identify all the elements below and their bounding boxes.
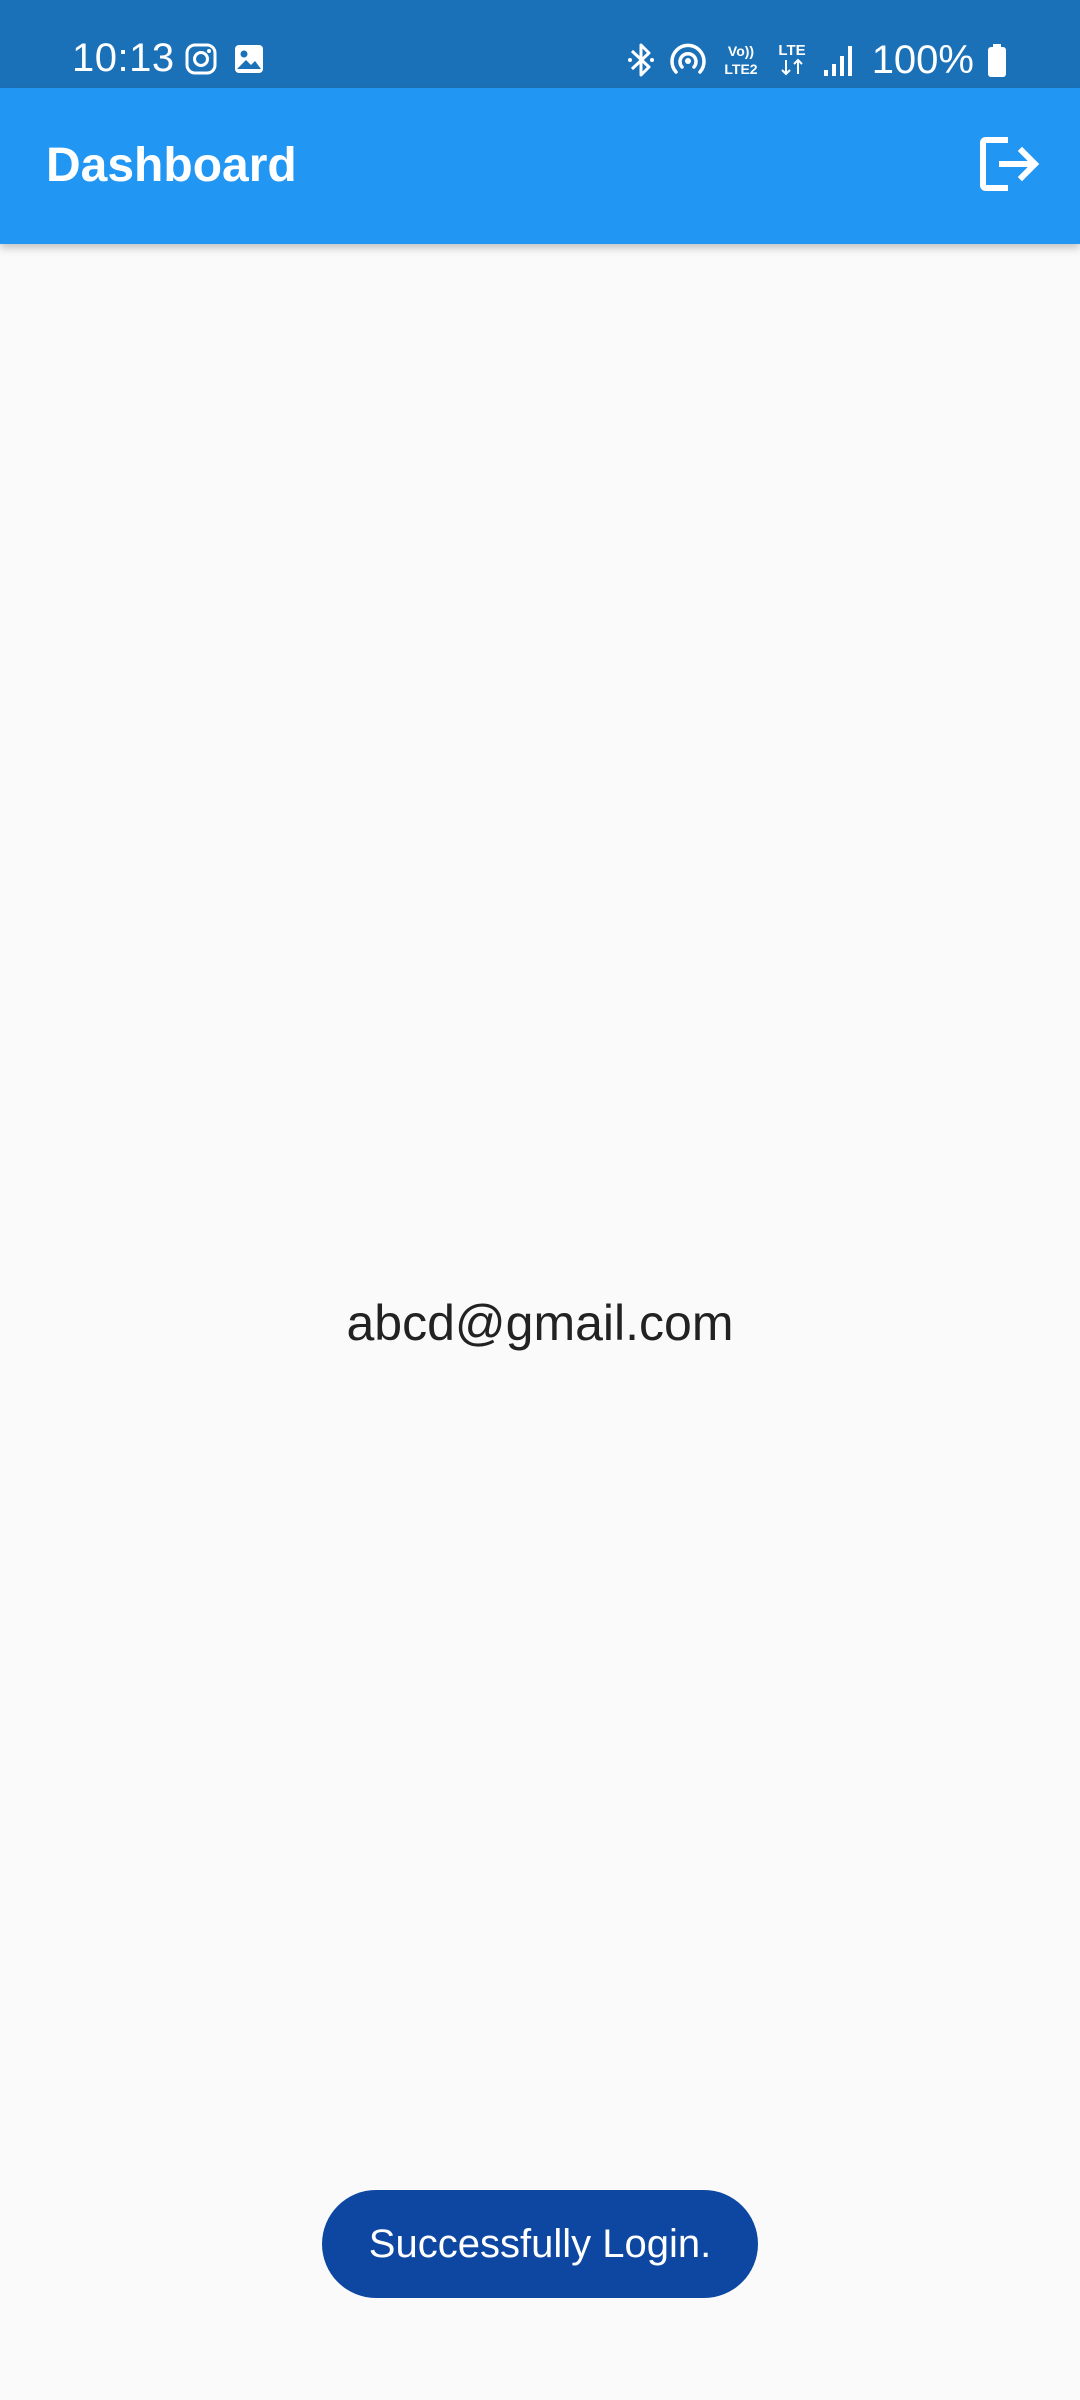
hotspot-icon [668,40,708,80]
battery-icon [986,40,1008,80]
logout-icon [979,135,1041,198]
bluetooth-icon [626,40,656,80]
status-bar: 10:13 Vo)) LTE2 LTE 100% [0,0,1080,88]
battery-percent: 100% [871,38,974,82]
app-bar: Dashboard [0,88,1080,244]
user-email: abcd@gmail.com [346,1295,734,1351]
svg-text:LTE2: LTE2 [724,61,757,77]
lte-icon: LTE [774,40,810,80]
svg-text:LTE: LTE [778,42,805,59]
system-status-icons: Vo)) LTE2 LTE 100% [626,34,1008,86]
toast-message: Successfully Login. [322,2190,758,2298]
instagram-icon [184,42,218,81]
page-title: Dashboard [46,139,297,192]
svg-text:Vo)): Vo)) [728,43,754,59]
notification-icons [184,42,266,81]
logout-button[interactable] [972,128,1048,204]
gallery-icon [232,42,266,81]
status-time: 10:13 [72,36,175,80]
signal-icon [822,40,856,80]
volte-icon: Vo)) LTE2 [720,40,762,80]
